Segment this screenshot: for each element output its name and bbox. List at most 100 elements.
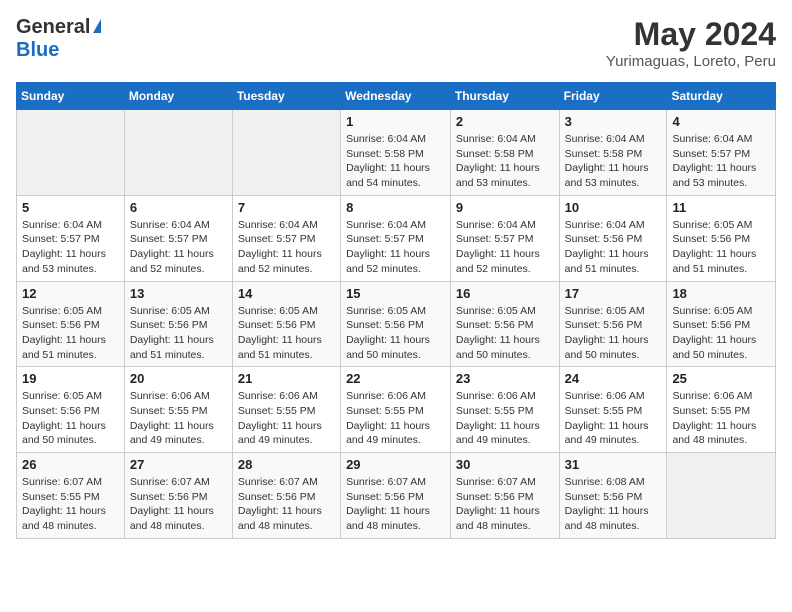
calendar-cell: 18 Sunrise: 6:05 AM Sunset: 5:56 PM Dayli… xyxy=(667,281,776,367)
cell-info: Sunrise: 6:04 AM Sunset: 5:57 PM Dayligh… xyxy=(22,218,119,277)
calendar-header-row: SundayMondayTuesdayWednesdayThursdayFrid… xyxy=(17,83,776,110)
day-header-thursday: Thursday xyxy=(450,83,559,110)
cell-info: Sunrise: 6:05 AM Sunset: 5:56 PM Dayligh… xyxy=(346,304,445,363)
day-number: 13 xyxy=(130,286,227,301)
cell-info: Sunrise: 6:07 AM Sunset: 5:56 PM Dayligh… xyxy=(456,475,554,534)
calendar-cell: 27Sunrise: 6:07 AM Sunset: 5:56 PM Dayli… xyxy=(124,453,232,539)
page-header: General Blue May 2024 Yurimaguas, Loreto… xyxy=(16,16,776,70)
cell-info: Sunrise: 6:06 AM Sunset: 5:55 PM Dayligh… xyxy=(565,389,662,448)
calendar-cell: 2 Sunrise: 6:04 AM Sunset: 5:58 PM Daylig… xyxy=(450,110,559,196)
day-number: 10 xyxy=(565,200,662,215)
day-header-wednesday: Wednesday xyxy=(341,83,451,110)
calendar-cell: 25 Sunrise: 6:06 AM Sunset: 5:55 PM Dayli… xyxy=(667,367,776,453)
day-number: 31 xyxy=(565,457,662,472)
calendar-cell xyxy=(667,453,776,539)
calendar-week-row: 26 Sunrise: 6:07 AM Sunset: 5:55 PM Dayli… xyxy=(17,453,776,539)
cell-info: Sunrise: 6:05 AM Sunset: 5:56 PM Dayligh… xyxy=(130,304,227,363)
cell-info: Sunrise: 6:05 AM Sunset: 5:56 PM Dayligh… xyxy=(672,218,770,277)
cell-info: Sunrise: 6:06 AM Sunset: 5:55 PM Dayligh… xyxy=(456,389,554,448)
calendar-week-row: 5 Sunrise: 6:04 AM Sunset: 5:57 PM Daylig… xyxy=(17,195,776,281)
day-number: 20 xyxy=(130,371,227,386)
cell-info: Sunrise: 6:04 AM Sunset: 5:58 PM Dayligh… xyxy=(456,132,554,191)
logo-general-text: General xyxy=(16,16,90,39)
calendar-week-row: 1 Sunrise: 6:04 AM Sunset: 5:58 PM Daylig… xyxy=(17,110,776,196)
day-number: 12 xyxy=(22,286,119,301)
calendar-cell: 9 Sunrise: 6:04 AM Sunset: 5:57 PM Daylig… xyxy=(450,195,559,281)
calendar-cell: 16 Sunrise: 6:05 AM Sunset: 5:56 PM Dayli… xyxy=(450,281,559,367)
calendar-cell xyxy=(17,110,125,196)
cell-info: Sunrise: 6:06 AM Sunset: 5:55 PM Dayligh… xyxy=(238,389,335,448)
day-number: 2 xyxy=(456,114,554,129)
day-header-friday: Friday xyxy=(559,83,667,110)
month-title: May 2024 xyxy=(606,16,776,53)
calendar-table: SundayMondayTuesdayWednesdayThursdayFrid… xyxy=(16,82,776,539)
cell-info: Sunrise: 6:06 AM Sunset: 5:55 PM Dayligh… xyxy=(130,389,227,448)
calendar-cell: 17 Sunrise: 6:05 AM Sunset: 5:56 PM Dayli… xyxy=(559,281,667,367)
calendar-cell xyxy=(232,110,340,196)
calendar-cell: 20 Sunrise: 6:06 AM Sunset: 5:55 PM Dayli… xyxy=(124,367,232,453)
calendar-cell: 4Sunrise: 6:04 AM Sunset: 5:57 PM Daylig… xyxy=(667,110,776,196)
day-number: 6 xyxy=(130,200,227,215)
day-number: 21 xyxy=(238,371,335,386)
calendar-cell: 26 Sunrise: 6:07 AM Sunset: 5:55 PM Dayli… xyxy=(17,453,125,539)
day-number: 27 xyxy=(130,457,227,472)
day-number: 28 xyxy=(238,457,335,472)
calendar-cell: 10Sunrise: 6:04 AM Sunset: 5:56 PM Dayli… xyxy=(559,195,667,281)
calendar-cell: 19Sunrise: 6:05 AM Sunset: 5:56 PM Dayli… xyxy=(17,367,125,453)
calendar-cell: 3 Sunrise: 6:04 AM Sunset: 5:58 PM Daylig… xyxy=(559,110,667,196)
calendar-cell: 7Sunrise: 6:04 AM Sunset: 5:57 PM Daylig… xyxy=(232,195,340,281)
cell-info: Sunrise: 6:06 AM Sunset: 5:55 PM Dayligh… xyxy=(672,389,770,448)
logo: General Blue xyxy=(16,16,101,62)
calendar-week-row: 12 Sunrise: 6:05 AM Sunset: 5:56 PM Dayli… xyxy=(17,281,776,367)
day-number: 15 xyxy=(346,286,445,301)
cell-info: Sunrise: 6:05 AM Sunset: 5:56 PM Dayligh… xyxy=(672,304,770,363)
logo-triangle-icon xyxy=(93,19,101,33)
calendar-cell xyxy=(124,110,232,196)
cell-info: Sunrise: 6:04 AM Sunset: 5:58 PM Dayligh… xyxy=(565,132,662,191)
day-number: 1 xyxy=(346,114,445,129)
title-area: May 2024 Yurimaguas, Loreto, Peru xyxy=(606,16,776,70)
calendar-cell: 29Sunrise: 6:07 AM Sunset: 5:56 PM Dayli… xyxy=(341,453,451,539)
calendar-cell: 1 Sunrise: 6:04 AM Sunset: 5:58 PM Daylig… xyxy=(341,110,451,196)
day-number: 30 xyxy=(456,457,554,472)
day-number: 26 xyxy=(22,457,119,472)
day-number: 16 xyxy=(456,286,554,301)
cell-info: Sunrise: 6:06 AM Sunset: 5:55 PM Dayligh… xyxy=(346,389,445,448)
calendar-cell: 28Sunrise: 6:07 AM Sunset: 5:56 PM Dayli… xyxy=(232,453,340,539)
cell-info: Sunrise: 6:04 AM Sunset: 5:57 PM Dayligh… xyxy=(346,218,445,277)
calendar-cell: 11 Sunrise: 6:05 AM Sunset: 5:56 PM Dayli… xyxy=(667,195,776,281)
calendar-cell: 31 Sunrise: 6:08 AM Sunset: 5:56 PM Dayli… xyxy=(559,453,667,539)
day-number: 9 xyxy=(456,200,554,215)
calendar-cell: 22Sunrise: 6:06 AM Sunset: 5:55 PM Dayli… xyxy=(341,367,451,453)
calendar-cell: 21 Sunrise: 6:06 AM Sunset: 5:55 PM Dayli… xyxy=(232,367,340,453)
cell-info: Sunrise: 6:05 AM Sunset: 5:56 PM Dayligh… xyxy=(565,304,662,363)
cell-info: Sunrise: 6:04 AM Sunset: 5:57 PM Dayligh… xyxy=(456,218,554,277)
day-number: 17 xyxy=(565,286,662,301)
cell-info: Sunrise: 6:04 AM Sunset: 5:58 PM Dayligh… xyxy=(346,132,445,191)
cell-info: Sunrise: 6:04 AM Sunset: 5:57 PM Dayligh… xyxy=(130,218,227,277)
day-number: 24 xyxy=(565,371,662,386)
day-number: 29 xyxy=(346,457,445,472)
cell-info: Sunrise: 6:05 AM Sunset: 5:56 PM Dayligh… xyxy=(238,304,335,363)
calendar-cell: 30 Sunrise: 6:07 AM Sunset: 5:56 PM Dayli… xyxy=(450,453,559,539)
calendar-cell: 5 Sunrise: 6:04 AM Sunset: 5:57 PM Daylig… xyxy=(17,195,125,281)
calendar-cell: 23 Sunrise: 6:06 AM Sunset: 5:55 PM Dayli… xyxy=(450,367,559,453)
cell-info: Sunrise: 6:05 AM Sunset: 5:56 PM Dayligh… xyxy=(22,304,119,363)
cell-info: Sunrise: 6:08 AM Sunset: 5:56 PM Dayligh… xyxy=(565,475,662,534)
day-number: 18 xyxy=(672,286,770,301)
day-number: 14 xyxy=(238,286,335,301)
day-number: 25 xyxy=(672,371,770,386)
day-header-monday: Monday xyxy=(124,83,232,110)
day-number: 19 xyxy=(22,371,119,386)
calendar-cell: 12 Sunrise: 6:05 AM Sunset: 5:56 PM Dayli… xyxy=(17,281,125,367)
day-number: 11 xyxy=(672,200,770,215)
day-number: 3 xyxy=(565,114,662,129)
day-number: 7 xyxy=(238,200,335,215)
calendar-cell: 24 Sunrise: 6:06 AM Sunset: 5:55 PM Dayli… xyxy=(559,367,667,453)
location-text: Yurimaguas, Loreto, Peru xyxy=(606,53,776,70)
day-number: 23 xyxy=(456,371,554,386)
cell-info: Sunrise: 6:07 AM Sunset: 5:55 PM Dayligh… xyxy=(22,475,119,534)
calendar-cell: 6 Sunrise: 6:04 AM Sunset: 5:57 PM Daylig… xyxy=(124,195,232,281)
cell-info: Sunrise: 6:05 AM Sunset: 5:56 PM Dayligh… xyxy=(456,304,554,363)
day-number: 5 xyxy=(22,200,119,215)
